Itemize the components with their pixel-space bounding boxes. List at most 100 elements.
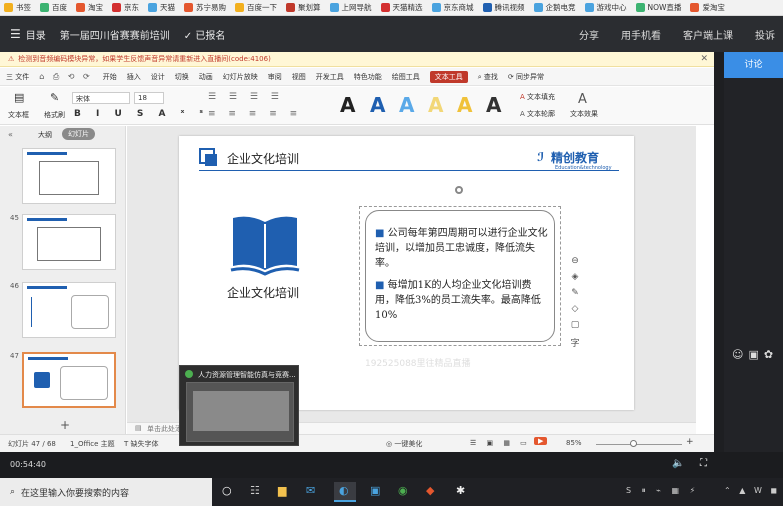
play-button[interactable]: ▶ [534,437,548,445]
volume-icon[interactable]: 🔈 [672,458,684,469]
text-style-gold[interactable]: A [457,93,472,117]
menu-slideshow[interactable]: 幻灯片放映 [223,72,258,82]
minus-icon[interactable]: ⊖ [571,256,579,266]
slide-thumbnail-selected[interactable] [22,352,116,408]
close-icon[interactable]: ✕ [700,54,708,64]
bookmark-item[interactable]: 苏宁易购 [184,2,226,13]
menu-icon[interactable]: ☰ [10,27,21,41]
zoom-in-icon[interactable]: + [686,437,694,447]
zoom-slider-handle[interactable] [630,440,637,447]
format-brush-icon[interactable]: ✎ [50,91,59,104]
client-class-button[interactable]: 客户端上课 [683,27,733,42]
slide-thumbnail[interactable] [22,214,116,270]
book-icon [230,216,300,276]
bookmark-item[interactable]: 书签 [4,2,31,13]
bookmark-item[interactable]: 上网导航 [329,2,372,13]
file-menu[interactable]: 三 文件 [6,72,29,82]
emoji-icon[interactable]: ☺ [732,348,743,361]
catalog-button[interactable]: 目录 [26,27,46,42]
format-brush-label[interactable]: 格式刷 [44,110,65,120]
flower-icon[interactable]: ✿ [764,348,773,361]
textbox-icon[interactable]: ▤ [14,91,24,104]
add-slide-icon[interactable]: + [60,418,70,432]
share-button[interactable]: 分享 [579,27,599,42]
format-buttons[interactable]: B I U S A ˣ ˢ [74,109,209,119]
widgets-icon[interactable]: ☷ [250,484,260,497]
bookmark-item[interactable]: 天猫 [148,2,175,13]
slide-thumbnail[interactable] [22,282,116,338]
bookmark-item[interactable]: 百度一下 [235,2,277,13]
menu-developer[interactable]: 开发工具 [316,72,344,82]
mobile-view-button[interactable]: 用手机看 [621,27,661,42]
textbox-label[interactable]: 文本框 [8,110,29,120]
chrome-taskbar-icon[interactable]: ◉ [398,484,408,497]
menu-drawing-tools[interactable]: 绘图工具 [392,72,420,82]
mail-icon[interactable]: ✉ [306,484,315,497]
menu-view[interactable]: 视图 [292,72,306,82]
menu-design[interactable]: 设计 [151,72,165,82]
bookmark-item[interactable]: 聚划算 [286,2,321,13]
menu-features[interactable]: 特色功能 [354,72,382,82]
align-buttons[interactable]: ≡ ≡ ≡ ≡ ≡ [208,109,302,119]
system-tray[interactable]: ⌃ ▲ W ◼ [724,486,780,495]
text-style-yellow[interactable]: A [428,93,443,117]
zoom-slider[interactable] [596,444,682,445]
font-size-select[interactable]: 18 [134,92,164,104]
search-button[interactable]: ⌕ 查找 [478,72,498,82]
rotate-handle-icon[interactable] [455,186,463,194]
outline-icon[interactable]: ▢ [571,320,580,330]
tab-discussion[interactable]: 讨论 [724,52,783,78]
text-style-dark[interactable]: A [340,93,355,117]
task-view-icon[interactable]: ○ [222,484,232,497]
missing-font-button[interactable]: T 缺失字体 [124,439,159,449]
bookmark-item[interactable]: 爱淘宝 [690,2,725,13]
tray-icons[interactable]: S ⏸ ⌁ ▦ ⚡ [626,486,699,496]
quick-access-icons[interactable]: ⌂ ⎙ ⟲ ⟳ [39,72,93,82]
text-effect-label[interactable]: 文本效果 [570,109,598,119]
text-char-icon[interactable]: 字 [570,336,579,349]
wps-icon[interactable]: ✱ [456,484,465,497]
bookmark-item[interactable]: 京东 [112,2,139,13]
app-icon[interactable]: ◆ [426,484,434,497]
menu-start[interactable]: 开始 [103,72,117,82]
layers-icon[interactable]: ◈ [572,272,579,282]
menu-text-tools[interactable]: 文本工具 [429,70,468,83]
fullscreen-icon[interactable]: ⛶ [700,458,707,469]
collapse-icon[interactable]: « [8,130,13,139]
sync-status[interactable]: ⟳ 同步异常 [508,72,544,82]
slide-thumbnail[interactable] [22,148,116,204]
file-explorer-icon[interactable]: ▆ [278,484,286,497]
view-mode-buttons[interactable]: ☰ ▣ ▦ ▭ [470,439,531,447]
menu-animation[interactable]: 动画 [199,72,213,82]
taskbar-preview-popup[interactable]: 人力资源管理智能仿真与竞赛... [179,365,299,446]
bookmark-item[interactable]: 腾讯视频 [482,2,525,13]
shape-fill-icon[interactable]: ◇ [572,304,579,314]
text-effect-icon[interactable]: A [578,92,587,107]
pen-icon[interactable]: ✎ [571,288,579,298]
tab-slides[interactable]: 幻灯片 [62,128,95,140]
bookmark-item[interactable]: NOW直播 [635,2,681,13]
text-style-shadow[interactable]: A [486,93,501,117]
menu-transition[interactable]: 切换 [175,72,189,82]
tab-outline[interactable]: 大纲 [38,130,52,140]
bookmark-item[interactable]: 淘宝 [76,2,103,13]
bookmark-item[interactable]: 天猫精选 [380,2,423,13]
store-icon[interactable]: ▣ [370,484,380,497]
text-style-light-blue[interactable]: A [399,93,414,117]
bookmark-item[interactable]: 游戏中心 [584,2,627,13]
text-style-blue[interactable]: A [370,93,385,117]
image-icon[interactable]: ▣ [748,348,758,361]
bookmark-item[interactable]: 京东商城 [431,2,474,13]
beautify-button[interactable]: ◎ 一键美化 [386,439,422,449]
paragraph-buttons[interactable]: ☰ ☰ ☰ ☰ [208,92,284,102]
menu-insert[interactable]: 插入 [127,72,141,82]
edge-icon[interactable]: ◐ [339,484,349,497]
menu-review[interactable]: 审阅 [268,72,282,82]
bookmark-item[interactable]: 企鹅电竞 [533,2,576,13]
complaint-button[interactable]: 投诉 [755,27,775,42]
font-select[interactable]: 宋体 [72,92,130,104]
text-outline-button[interactable]: A 文本轮廓 [520,109,555,119]
bookmark-item[interactable]: 百度 [40,2,67,13]
text-fill-button[interactable]: A 文本填充 [520,92,555,102]
taskbar-search[interactable]: ⌕ 在这里输入你要搜索的内容 [0,478,212,506]
